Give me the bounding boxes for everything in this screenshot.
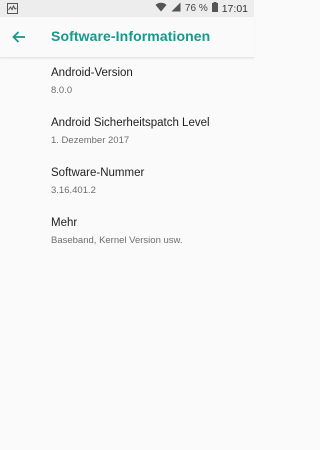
battery-percent: 76 % — [184, 3, 208, 14]
item-subtitle: 3.16.401.2 — [51, 185, 96, 196]
item-title: Android-Version — [51, 67, 133, 79]
status-time: 17:01 — [221, 2, 248, 15]
item-title: Software-Nummer — [51, 167, 145, 179]
item-subtitle: 8.0.0 — [51, 85, 73, 96]
item-subtitle: 1. Dezember 2017 — [51, 135, 130, 146]
settings-list: Android-Version 8.0.0 Android Sicherheit… — [0, 58, 254, 258]
back-button[interactable] — [6, 24, 32, 50]
activity-icon — [7, 3, 18, 17]
item-security-patch[interactable]: Android Sicherheitspatch Level 1. Dezemb… — [0, 108, 254, 158]
item-software-number[interactable]: Software-Nummer 3.16.401.2 — [0, 158, 254, 208]
wifi-icon — [155, 2, 167, 15]
battery-icon — [211, 2, 218, 15]
item-title: Mehr — [51, 217, 78, 229]
item-subtitle: Baseband, Kernel Version usw. — [51, 235, 183, 246]
item-title: Android Sicherheitspatch Level — [51, 117, 210, 129]
app-bar: Software-Informationen — [0, 17, 254, 58]
page-title: Software-Informationen — [51, 28, 211, 44]
signal-icon — [171, 2, 181, 15]
item-android-version[interactable]: Android-Version 8.0.0 — [0, 58, 254, 108]
arrow-back-icon — [12, 31, 25, 43]
item-more[interactable]: Mehr Baseband, Kernel Version usw. — [0, 208, 254, 258]
status-bar: 76 % 17:01 — [0, 0, 254, 17]
